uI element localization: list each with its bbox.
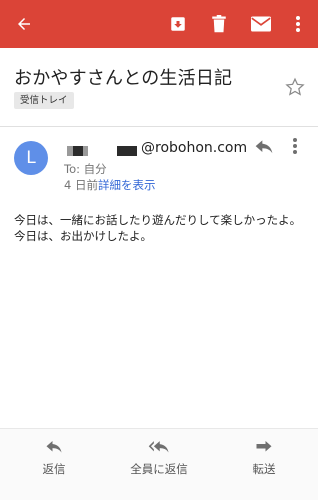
reply-label: 返信 <box>42 462 66 476</box>
app-bar <box>0 0 318 48</box>
body-line: 今日は、お出かけしたよ。 <box>14 229 152 243</box>
archive-button[interactable] <box>162 0 194 48</box>
trash-icon <box>212 15 226 33</box>
subject-row: おかやすさんとの生活日記 受信トレイ <box>0 48 318 120</box>
archive-icon <box>171 17 185 31</box>
crescent-moon-icon <box>231 69 236 81</box>
reply-icon[interactable] <box>254 138 274 156</box>
arrow-back-icon <box>18 18 30 30</box>
reply-all-icon <box>148 441 169 453</box>
mail-icon <box>251 16 271 32</box>
email-subject: おかやすさんとの生活日記 <box>14 68 233 89</box>
reply-all-button[interactable]: 全員に返信 <box>109 439 209 477</box>
more-vert-icon <box>296 16 300 32</box>
message-body: 今日は、一緒にお話したり遊んだりして楽しかったよ。 今日は、お出かけしたよ。 <box>14 212 306 244</box>
recipient-line: To: 自分 <box>64 161 107 177</box>
redacted-name-block <box>83 146 88 156</box>
reply-button[interactable]: 返信 <box>4 439 104 477</box>
show-details-link[interactable]: 詳細を表示 <box>98 178 156 192</box>
mark-unread-button[interactable] <box>245 0 277 48</box>
delete-button[interactable] <box>203 0 235 48</box>
reply-icon <box>46 441 62 453</box>
back-button[interactable] <box>8 0 40 48</box>
header-divider <box>0 126 318 127</box>
bottom-action-bar: 返信 全員に返信 転送 <box>0 429 318 500</box>
forward-icon <box>256 441 272 452</box>
sender-avatar[interactable]: L <box>14 141 48 175</box>
body-line: 今日は、一緒にお話したり遊んだりして楽しかったよ。 <box>14 213 302 227</box>
redacted-name-block <box>117 146 137 156</box>
reply-all-label: 全員に返信 <box>130 462 188 476</box>
star-icon[interactable] <box>285 77 305 97</box>
forward-button[interactable]: 転送 <box>214 439 314 477</box>
more-options-button[interactable] <box>288 0 308 48</box>
date-line: 4 日前詳細を表示 <box>64 177 155 193</box>
inbox-label[interactable]: 受信トレイ <box>14 92 74 109</box>
forward-label: 転送 <box>252 462 276 476</box>
message-date: 4 日前 <box>64 178 98 192</box>
recipient-name: 自分 <box>83 162 107 176</box>
redacted-name-block <box>73 146 83 156</box>
more-vert-icon[interactable] <box>293 138 297 154</box>
to-prefix: To: <box>64 162 84 176</box>
sender-address: @robohon.com <box>141 140 248 156</box>
